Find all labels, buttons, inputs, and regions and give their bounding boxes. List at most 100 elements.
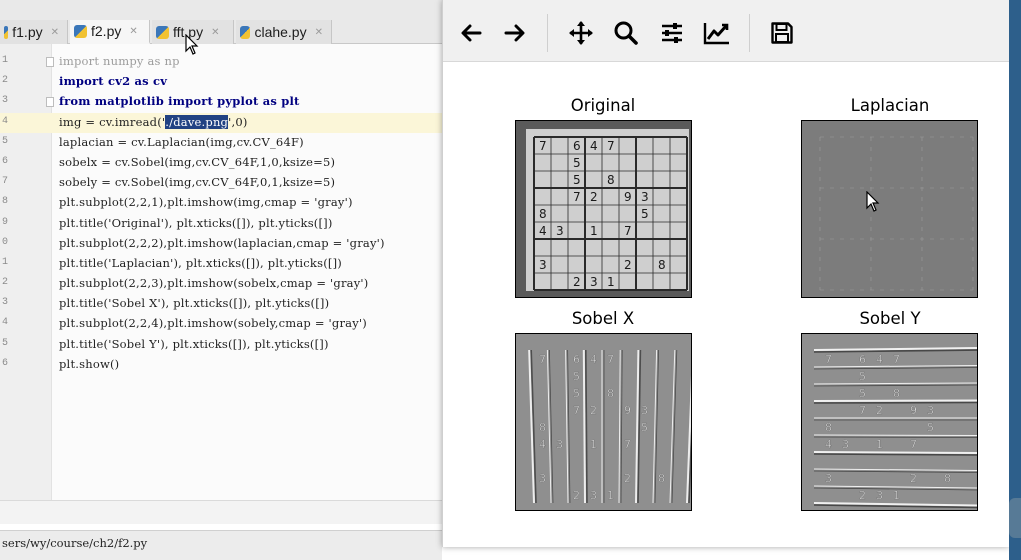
subplot-title-sobel-x: Sobel X [571,309,635,328]
close-icon[interactable]: ✕ [129,26,137,37]
code-line[interactable]: 7 sobely = cv.Sobel(img,cv.CV_64F,0,1,ks… [0,173,442,193]
tab-clahe[interactable]: clahe.py ✕ [236,20,332,44]
sudoku-digit: 8 [607,173,615,187]
save-button[interactable] [768,19,796,47]
embossed-digit: 9 [910,404,917,417]
embossed-digit: 3 [927,404,934,417]
code-editor[interactable]: 1 import numpy as np 2 import cv2 as cv … [0,44,442,500]
sudoku-digit: 7 [539,139,547,153]
code-text: plt.title('Original'), plt.xticks([]), p… [59,215,333,230]
code-text-after-selection: ',0) [228,114,248,129]
sudoku-digit: 2 [590,190,598,204]
code-text: plt.subplot(2,2,2),plt.imshow(laplacian,… [59,235,385,250]
code-line[interactable]: 5 plt.title('Sobel Y'), plt.xticks([]), … [0,335,442,355]
code-line[interactable]: 2 plt.subplot(2,2,3),plt.imshow(sobelx,c… [0,274,442,294]
horizontal-scrollbar[interactable] [0,500,442,524]
subplot-title-sobel-y: Sobel Y [859,309,921,328]
embossed-digit: 5 [927,421,934,434]
code-line[interactable]: 1 import numpy as np [0,52,442,72]
horizontal-edge-light [813,399,977,402]
code-line[interactable]: 1 plt.title('Laplacian'), plt.xticks([])… [0,254,442,274]
vertical-edge-light [652,349,658,504]
code-text: plt.title('Sobel X'), plt.xticks([]), pl… [59,296,330,311]
embossed-digit: 9 [624,404,631,417]
code-text: import cv2 as cv [59,74,168,89]
horizontal-edge-dark [813,436,977,438]
sudoku-photo-original: 7 6 4 755 87 2 9 38 54 3 1 73 2 82 3 1 [516,121,691,297]
sudoku-digit: 5 [573,173,581,187]
embossed-digit: 5 [641,421,648,434]
embossed-digit: 2 [876,404,883,417]
code-line[interactable]: 6 sobelx = cv.Sobel(img,cv.CV_64F,1,0,ks… [0,153,442,173]
selected-text[interactable]: ./dave.png [165,114,229,129]
fold-icon[interactable] [46,57,54,67]
zoom-button[interactable] [612,19,640,47]
code-text: laplacian = cv.Laplacian(img,cv.CV_64F) [59,134,304,149]
axes-laplacian[interactable] [801,120,978,298]
line-number: 7 [2,176,9,188]
status-bar: sers/wy/course/ch2/f2.py [0,530,442,560]
code-text: plt.subplot(2,2,3),plt.imshow(sobelx,cma… [59,276,369,291]
embossed-digit: 3 [876,489,883,502]
code-line[interactable]: 3 plt.title('Sobel X'), plt.xticks([]), … [0,294,442,314]
sobel-x-edge-image: 7 6 4 755 87 2 9 38 54 3 1 73 2 82 3 1 [528,349,691,504]
tab-f2[interactable]: f2.py ✕ [70,20,150,44]
subplots-config-button[interactable] [658,19,686,47]
edit-axis-button[interactable] [703,19,731,47]
code-area[interactable]: 1 import numpy as np 2 import cv2 as cv … [0,52,442,375]
close-icon[interactable]: ✕ [315,27,323,38]
embossed-digit: 7 [893,353,900,366]
sudoku-digit: 3 [641,190,649,204]
line-number: 5 [2,337,9,349]
code-line[interactable]: 5 laplacian = cv.Laplacian(img,cv.CV_64F… [0,133,442,153]
code-line[interactable]: 9 plt.title('Original'), plt.xticks([]),… [0,214,442,234]
horizontal-edge-dark [813,367,977,370]
line-number: 4 [2,317,9,329]
back-button[interactable] [457,19,485,47]
embossed-digit: 6 [859,353,866,366]
embossed-digit: 5 [859,370,866,383]
code-line[interactable]: 2 import cv2 as cv [0,72,442,92]
code-line[interactable]: 8 plt.subplot(2,2,1),plt.imshow(img,cmap… [0,193,442,213]
axes-sobel-y[interactable]: 76475587293854317328231 [801,333,978,511]
code-text: sobelx = cv.Sobel(img,cv.CV_64F,1,0,ksiz… [59,154,336,169]
embossed-digit: 8 [893,387,900,400]
edit-axis-curve-icon [703,23,729,45]
axes-sobel-x[interactable]: 76475587293854317328231 [515,333,692,511]
line-number: 9 [2,216,9,228]
code-text: plt.subplot(2,2,1),plt.imshow(img,cmap =… [59,195,353,210]
desktop-edge [1009,0,1021,560]
horizontal-edge-light [813,382,977,385]
pan-button[interactable] [567,19,595,47]
tab-f1[interactable]: f1.py ✕ [0,20,68,44]
sudoku-digit: 2 [573,275,581,289]
sudoku-digit: 5 [573,156,581,170]
code-line[interactable]: 0 plt.subplot(2,2,2),plt.imshow(laplacia… [0,234,442,254]
sudoku-digit: 3 [590,275,598,289]
code-line[interactable]: 3 from matplotlib import pyplot as plt [0,92,442,112]
horizontal-edge-light [813,485,977,489]
line-number: 4 [2,115,9,127]
embossed-digit: 1 [876,438,883,451]
embossed-digit: 4 [876,353,883,366]
code-line-current[interactable]: 4 img = cv.imread('./dave.png',0) [0,112,442,133]
sobel-y-edge-image: 7 6 4 755 87 2 9 38 54 3 1 73 2 82 3 1 [813,347,977,509]
code-text: plt.title('Sobel Y'), plt.xticks([]), pl… [59,336,329,351]
embossed-digit: 2 [859,489,866,502]
code-line[interactable]: 4 plt.subplot(2,2,4),plt.imshow(sobely,c… [0,314,442,334]
embossed-digit: 5 [573,387,580,400]
tab-label: f1.py [12,24,43,40]
axes-original[interactable]: 76475587293854317328231 [515,120,692,298]
forward-button[interactable] [501,19,529,47]
code-text: from matplotlib import pyplot as plt [59,94,300,109]
code-line[interactable]: 6 plt.show() [0,355,442,375]
toolbar-separator [749,14,750,52]
python-file-icon [74,24,87,38]
close-icon[interactable]: ✕ [211,27,219,38]
embossed-digit: 3 [539,472,546,485]
close-icon[interactable]: ✕ [51,27,59,38]
sudoku-digit: 7 [573,190,581,204]
mouse-pointer-icon [866,191,880,212]
screen: f1.py ✕ f2.py ✕ fft.py ✕ clahe.py ✕ 1 im… [0,0,1021,560]
fold-icon[interactable] [46,97,54,108]
